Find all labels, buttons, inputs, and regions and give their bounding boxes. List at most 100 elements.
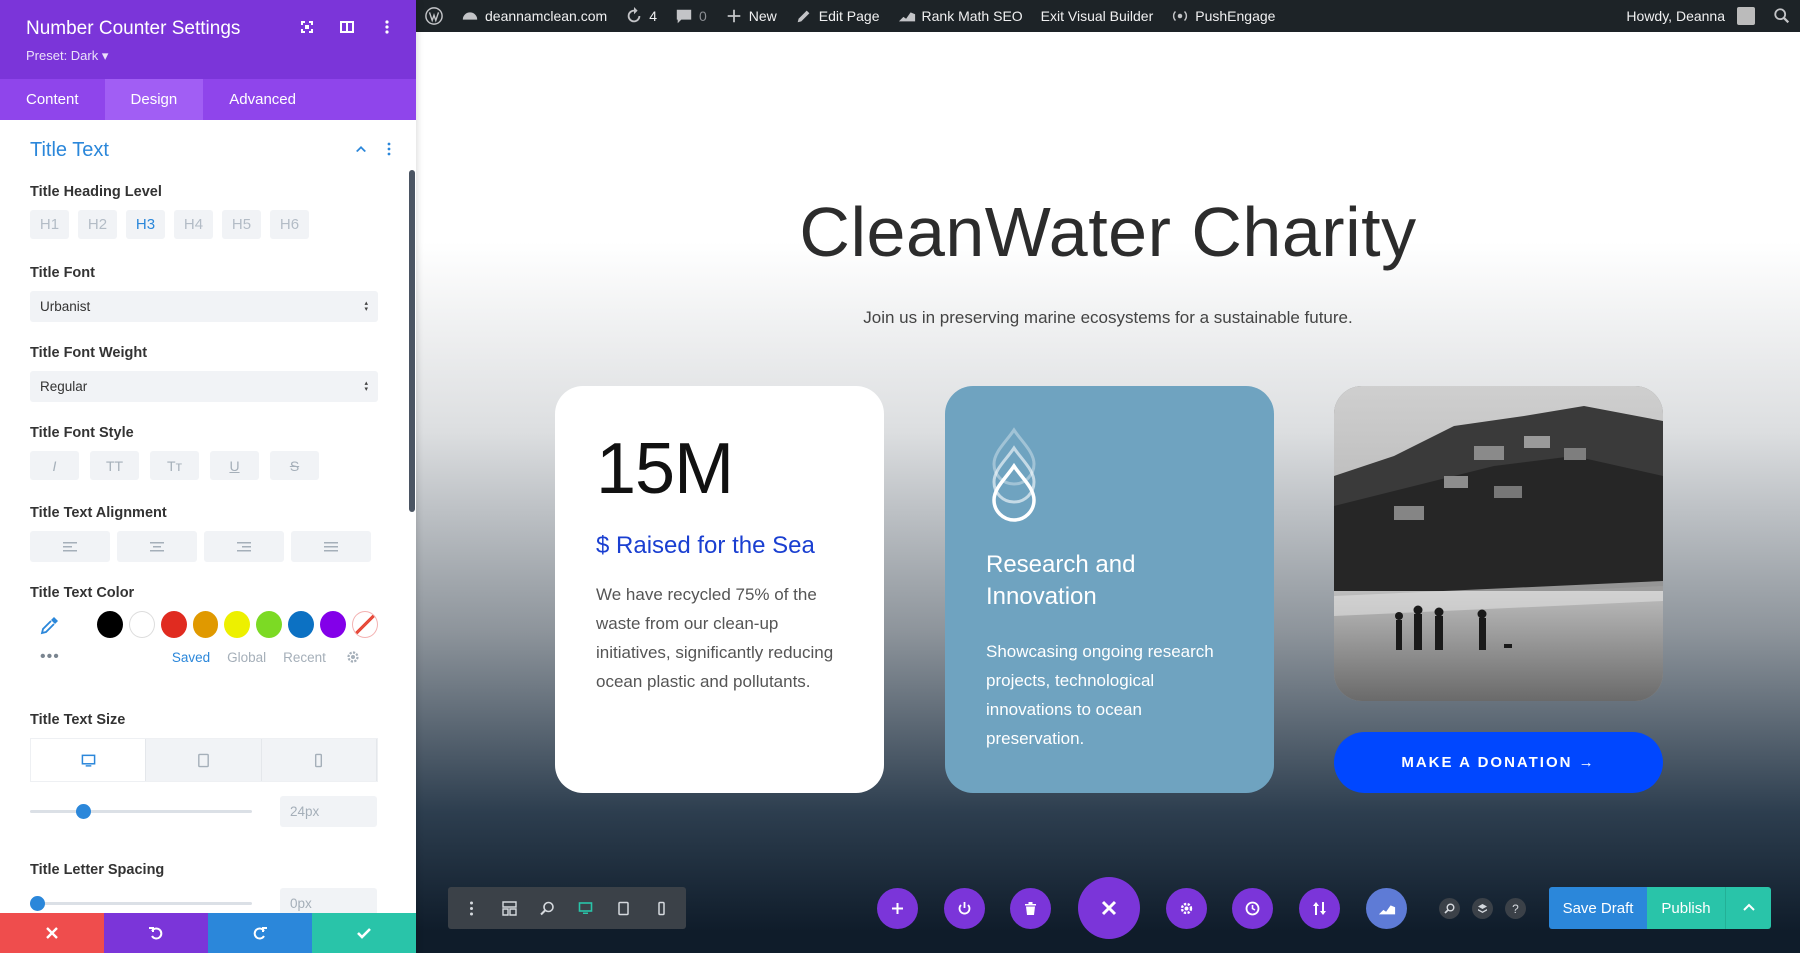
discard-button[interactable] — [0, 913, 104, 953]
phone-view-button[interactable] — [642, 887, 680, 929]
zoom-view-button[interactable] — [528, 887, 566, 929]
comments-link[interactable]: 0 — [666, 0, 716, 32]
preset-selector[interactable]: Preset: Dark ▾ — [26, 48, 390, 64]
pushengage-link[interactable]: PushEngage — [1162, 0, 1284, 32]
gear-icon[interactable] — [346, 650, 360, 664]
heading-h4-button[interactable]: H4 — [174, 210, 213, 239]
more-colors-icon[interactable]: ••• — [40, 648, 60, 666]
chevron-up-icon[interactable] — [354, 142, 368, 156]
color-swatch[interactable] — [224, 611, 251, 638]
tab-advanced[interactable]: Advanced — [203, 79, 322, 120]
align-right-button[interactable] — [204, 531, 284, 562]
text-size-slider[interactable] — [30, 804, 252, 819]
title-text-section-toggle[interactable]: Title Text — [0, 120, 416, 180]
color-tab-saved[interactable]: Saved — [172, 650, 210, 665]
pencil-icon — [797, 10, 810, 23]
page-settings-button[interactable] — [1166, 888, 1207, 929]
number-counter-card[interactable]: 15M $ Raised for the Sea We have recycle… — [555, 386, 884, 793]
device-tablet-tab[interactable] — [146, 739, 262, 781]
color-swatch[interactable] — [288, 611, 315, 638]
slider-handle[interactable] — [75, 804, 91, 819]
divi-ai-button[interactable] — [1366, 888, 1407, 929]
load-layout-button[interactable] — [944, 888, 985, 929]
redo-button[interactable] — [208, 913, 312, 953]
color-swatch[interactable] — [160, 611, 187, 638]
title-font-select[interactable]: Urbanist — [30, 291, 378, 322]
font-weight-select[interactable]: Regular — [30, 371, 378, 402]
color-tab-global[interactable]: Global — [227, 650, 266, 665]
search-modules-button[interactable] — [1439, 898, 1460, 919]
beach-photo[interactable] — [1334, 386, 1663, 701]
heading-h6-button[interactable]: H6 — [270, 210, 309, 239]
rank-math-icon — [1378, 904, 1395, 914]
undo-button[interactable] — [104, 913, 208, 953]
sidebar-layout-icon[interactable] — [338, 18, 356, 36]
section-options-icon[interactable] — [382, 142, 396, 156]
make-donation-button[interactable]: MAKE A DONATION → — [1334, 732, 1663, 793]
account-menu[interactable]: Howdy, Deanna — [1617, 0, 1764, 32]
color-swatch[interactable] — [128, 611, 155, 638]
admin-search[interactable] — [1764, 0, 1800, 32]
letter-spacing-input[interactable]: 0px — [280, 888, 377, 913]
color-swatch[interactable] — [320, 611, 346, 638]
gear-icon — [1180, 902, 1193, 915]
save-draft-button[interactable]: Save Draft — [1549, 887, 1647, 929]
new-content-link[interactable]: New — [716, 0, 786, 32]
expand-toolbar-button[interactable] — [1725, 887, 1771, 929]
more-options-icon[interactable] — [378, 18, 396, 36]
eyedropper-button[interactable] — [30, 615, 69, 635]
strikethrough-button[interactable]: S — [270, 451, 319, 480]
rank-math-link[interactable]: Rank Math SEO — [889, 0, 1032, 32]
color-swatch[interactable] — [256, 611, 283, 638]
text-size-input[interactable]: 24px — [280, 796, 377, 827]
clear-layout-button[interactable] — [1010, 888, 1051, 929]
heading-h2-button[interactable]: H2 — [78, 210, 117, 239]
research-card[interactable]: Research and Innovation Showcasing ongoi… — [945, 386, 1274, 793]
history-button[interactable] — [1232, 888, 1273, 929]
counter-title: $ Raised for the Sea — [596, 532, 815, 559]
device-desktop-tab[interactable] — [31, 739, 147, 781]
power-icon — [958, 902, 971, 915]
underline-button[interactable]: U — [210, 451, 259, 480]
add-module-button[interactable] — [877, 888, 918, 929]
tablet-view-button[interactable] — [604, 887, 642, 929]
color-swatch[interactable] — [192, 611, 219, 638]
uppercase-button[interactable]: TT — [90, 451, 139, 480]
heading-h5-button[interactable]: H5 — [222, 210, 261, 239]
heading-h1-button[interactable]: H1 — [30, 210, 69, 239]
layers-button[interactable] — [1472, 898, 1493, 919]
updates-link[interactable]: 4 — [616, 0, 666, 32]
letter-spacing-slider[interactable] — [30, 896, 252, 911]
align-left-button[interactable] — [30, 531, 110, 562]
italic-button[interactable]: I — [30, 451, 79, 480]
page-subtitle[interactable]: Join us in preserving marine ecosystems … — [416, 308, 1800, 328]
align-center-button[interactable] — [117, 531, 197, 562]
page-options-button[interactable] — [452, 887, 490, 929]
page-title[interactable]: CleanWater Charity — [416, 192, 1800, 272]
help-button[interactable]: ? — [1505, 898, 1526, 919]
updates-count: 4 — [649, 8, 657, 24]
color-tab-recent[interactable]: Recent — [283, 650, 326, 665]
color-swatch[interactable] — [96, 611, 123, 638]
align-justify-button[interactable] — [291, 531, 371, 562]
expand-icon[interactable] — [298, 18, 316, 36]
desktop-view-button[interactable] — [566, 887, 604, 929]
close-builder-button[interactable] — [1078, 877, 1140, 939]
exit-visual-builder-link[interactable]: Exit Visual Builder — [1032, 0, 1163, 32]
site-name-link[interactable]: deannamclean.com — [452, 0, 616, 32]
tab-design[interactable]: Design — [104, 79, 204, 120]
no-color-swatch[interactable] — [351, 611, 378, 638]
view-mode-bar — [448, 887, 686, 929]
heading-h3-button[interactable]: H3 — [126, 210, 165, 239]
panel-scrollbar[interactable] — [409, 170, 415, 512]
edit-page-link[interactable]: Edit Page — [786, 0, 889, 32]
wp-logo[interactable] — [416, 0, 452, 32]
device-phone-tab[interactable] — [261, 739, 377, 781]
save-settings-button[interactable] — [312, 913, 416, 953]
publish-button[interactable]: Publish — [1647, 887, 1725, 929]
portability-button[interactable] — [1299, 888, 1340, 929]
slider-handle[interactable] — [30, 896, 45, 911]
tab-content[interactable]: Content — [0, 79, 105, 120]
wireframe-view-button[interactable] — [490, 887, 528, 929]
capitalize-button[interactable]: Tт — [150, 451, 199, 480]
